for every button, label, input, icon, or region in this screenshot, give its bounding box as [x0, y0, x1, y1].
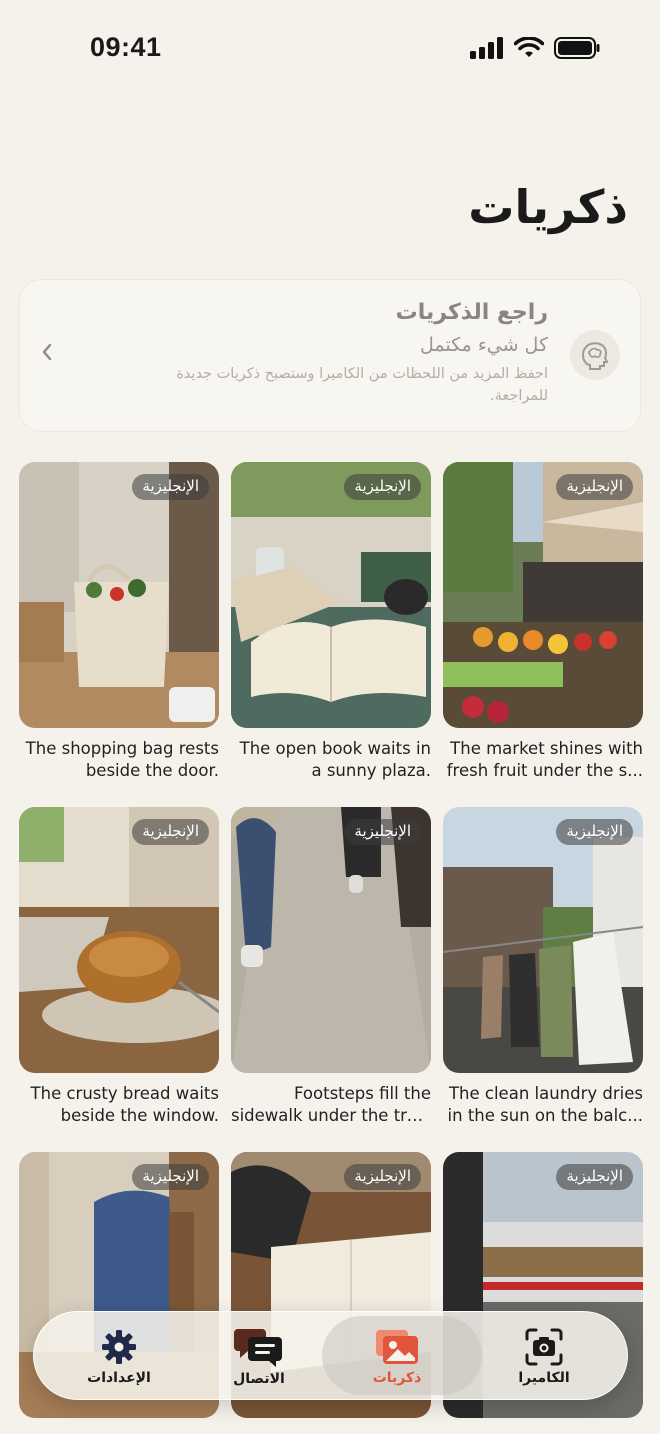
tab-settings[interactable]: الإعدادات [44, 1312, 194, 1401]
memory-photo: الإنجليزية [19, 462, 219, 728]
caption-line: The shopping bag rests [25, 739, 219, 758]
cellular-signal-icon [470, 37, 503, 59]
review-subtitle: كل شيء مكتمل [420, 334, 548, 356]
memory-card[interactable]: الإنجليزية The crusty bread waits beside… [19, 807, 219, 1127]
tab-camera[interactable]: الكاميرا [469, 1312, 619, 1401]
language-badge: الإنجليزية [344, 819, 421, 845]
memory-photo: الإنجليزية [231, 807, 431, 1073]
memory-caption: The clean laundry dries in the sun on th… [443, 1083, 643, 1127]
battery-icon [554, 37, 600, 59]
language-badge: الإنجليزية [556, 1164, 633, 1190]
language-badge: الإنجليزية [344, 1164, 421, 1190]
review-title: راجع الذكريات [395, 300, 548, 325]
tab-contact[interactable]: الاتصال [184, 1312, 334, 1401]
status-bar: 09:41 [0, 0, 660, 96]
status-time: 09:41 [90, 32, 162, 62]
caption-line: The market shines with [450, 739, 643, 758]
language-badge: الإنجليزية [556, 474, 633, 500]
tab-bar: الإعدادات الاتصال ذكريات الكاميرا [33, 1311, 628, 1400]
memory-card[interactable]: الإنجليزية Footsteps fill the sidewalk u… [231, 807, 431, 1127]
memory-caption: Footsteps fill the sidewalk under the tr… [231, 1083, 431, 1127]
tab-label: ذكريات [372, 1369, 422, 1386]
memory-card[interactable]: الإنجليزية The market shines with fresh … [443, 462, 643, 782]
photos-icon [376, 1329, 418, 1364]
memory-caption: The market shines with fresh fruit under… [443, 738, 643, 782]
chat-bubbles-icon [234, 1328, 282, 1367]
caption-line: a sunny plaza. [311, 761, 431, 780]
review-memories-card[interactable]: راجع الذكريات كل شيء مكتمل احفظ المزيد م… [19, 279, 641, 432]
tab-label: الكاميرا [518, 1369, 570, 1386]
brain-head-icon [570, 330, 620, 380]
gear-icon [102, 1329, 136, 1364]
memory-caption: The shopping bag rests beside the door. [19, 738, 219, 782]
wifi-icon [514, 37, 544, 57]
memory-card[interactable]: الإنجليزية The clean laundry dries in th… [443, 807, 643, 1127]
memory-photo: الإنجليزية [443, 807, 643, 1073]
memory-caption: The crusty bread waits beside the window… [19, 1083, 219, 1127]
caption-line: fresh fruit under the s... [446, 761, 643, 780]
caption-line: in the sun on the balc... [447, 1106, 643, 1125]
memory-caption: The open book waits in a sunny plaza. [231, 738, 431, 782]
review-description: احفظ المزيد من اللحظات من الكاميرا وستصب… [176, 366, 548, 404]
caption-line: The open book waits in [239, 739, 431, 758]
memory-card[interactable]: الإنجليزية The open book waits in a sunn… [231, 462, 431, 782]
review-text: راجع الذكريات كل شيء مكتمل احفظ المزيد م… [148, 300, 548, 407]
tab-label: الإعدادات [87, 1369, 151, 1386]
caption-line: sidewalk under the tre... [231, 1106, 431, 1125]
language-badge: الإنجليزية [132, 819, 209, 845]
caption-line: The clean laundry dries [448, 1084, 643, 1103]
status-icons [470, 36, 600, 60]
language-badge: الإنجليزية [556, 819, 633, 845]
language-badge: الإنجليزية [344, 474, 421, 500]
language-badge: الإنجليزية [132, 1164, 209, 1190]
memory-photo: الإنجليزية [231, 462, 431, 728]
language-badge: الإنجليزية [132, 474, 209, 500]
memory-card[interactable]: الإنجليزية The shopping bag rests beside… [19, 462, 219, 782]
caption-line: The crusty bread waits [30, 1084, 219, 1103]
tab-memories[interactable]: ذكريات [322, 1312, 482, 1401]
chevron-left-icon [40, 342, 54, 366]
caption-line: beside the window. [60, 1106, 219, 1125]
caption-line: beside the door. [85, 761, 219, 780]
page-title: ذكريات [468, 180, 628, 234]
memory-photo: الإنجليزية [443, 462, 643, 728]
camera-icon [525, 1328, 563, 1365]
caption-line: Footsteps fill the [294, 1084, 431, 1103]
tab-label: الاتصال [233, 1370, 285, 1387]
memory-photo: الإنجليزية [19, 807, 219, 1073]
